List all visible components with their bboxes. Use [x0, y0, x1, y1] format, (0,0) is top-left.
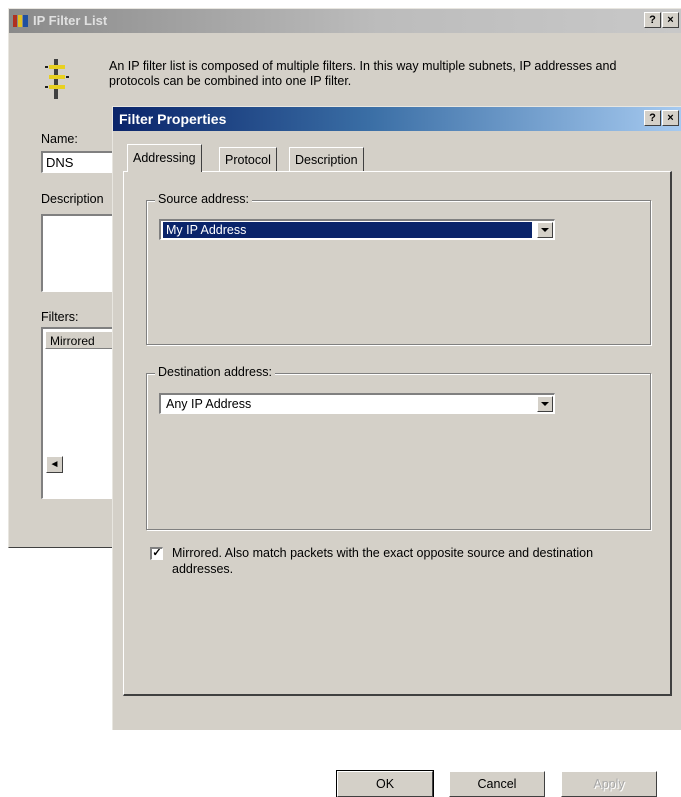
back-window-title: IP Filter List [33, 13, 108, 28]
filter-properties-dialog: Filter Properties ? × Addressing Protoco… [112, 106, 681, 797]
back-help-button[interactable]: ? [644, 12, 661, 28]
tab-addressing[interactable]: Addressing [127, 144, 202, 172]
description-label: Description [41, 192, 104, 206]
source-address-select[interactable]: My IP Address [159, 219, 555, 240]
source-address-label: Source address: [155, 192, 253, 206]
mirrored-label[interactable]: Mirrored. Also match packets with the ex… [172, 545, 642, 577]
dialog-close-button[interactable]: × [662, 110, 679, 126]
name-input[interactable]: DNS [41, 151, 121, 173]
back-close-button[interactable]: × [662, 12, 679, 28]
cancel-button[interactable]: Cancel [449, 771, 545, 797]
destination-address-select[interactable]: Any IP Address [159, 393, 555, 414]
dialog-help-button[interactable]: ? [644, 110, 661, 126]
filters-label: Filters: [41, 310, 79, 324]
ok-button[interactable]: OK [336, 770, 434, 797]
back-title-bar[interactable]: IP Filter List ? × [9, 9, 681, 33]
chevron-down-icon[interactable] [537, 222, 553, 238]
filters-list[interactable]: Mirrored ◄ [41, 327, 165, 499]
chevron-down-icon[interactable] [537, 396, 553, 412]
apply-button-label: Apply [593, 777, 625, 791]
mirrored-checkbox[interactable]: ✓ [150, 547, 163, 560]
source-address-value: My IP Address [163, 222, 532, 238]
name-input-value: DNS [46, 155, 74, 170]
tab-description[interactable]: Description [289, 147, 364, 171]
tab-protocol[interactable]: Protocol [219, 147, 277, 171]
apply-button[interactable]: Apply [561, 771, 657, 797]
dialog-title-bar[interactable]: Filter Properties ? × [113, 107, 681, 131]
destination-address-group: Destination address: Any IP Address [146, 365, 651, 530]
destination-address-label: Destination address: [155, 365, 275, 379]
filter-list-icon [45, 59, 69, 99]
addressing-panel: Source address: My IP Address Destinatio… [123, 171, 672, 696]
destination-address-value: Any IP Address [166, 397, 252, 411]
source-address-group: Source address: My IP Address [146, 192, 651, 345]
name-label: Name: [41, 132, 78, 146]
dialog-title: Filter Properties [119, 111, 227, 127]
description-textarea[interactable] [41, 214, 121, 292]
back-description-text: An IP filter list is composed of multipl… [109, 59, 617, 88]
ip-filter-app-icon [13, 15, 28, 27]
scroll-left-arrow-icon[interactable]: ◄ [46, 456, 63, 473]
